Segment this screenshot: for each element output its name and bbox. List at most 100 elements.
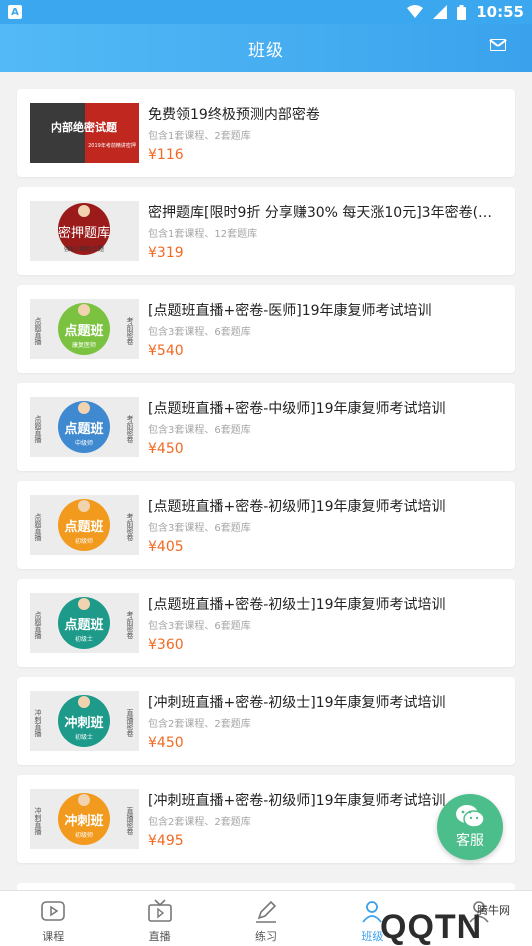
thumb-face bbox=[78, 402, 90, 414]
course-includes: 包含1套课程、2套题库 bbox=[148, 131, 251, 142]
tab-label: 直播 bbox=[148, 930, 171, 943]
course-card[interactable]: 点题班康复医师 点题直播 考前密卷 [点题班直播+密卷-医师]19年康复师考试培训包含… bbox=[17, 285, 515, 373]
thumb-title: 内部绝密试题 bbox=[51, 120, 118, 134]
course-price: ¥540 bbox=[148, 343, 184, 359]
thumb-sub: 康复医师 bbox=[72, 341, 96, 349]
thumb-sub: 中级师 bbox=[75, 439, 93, 447]
thumb-face bbox=[78, 794, 90, 806]
course-card[interactable]: 内部绝密试题 2019年考前精讲密押 免费领19终极预测内部密卷包含1套课程、2套题… bbox=[17, 89, 515, 177]
thumb-title: 冲刺班 bbox=[64, 813, 103, 829]
thumb-sub: 2019年考前精讲密押 bbox=[88, 142, 136, 149]
thumbnail-image: 点题班初级士 点题直播 考前密卷 bbox=[30, 593, 139, 653]
thumbnail-image: 点题班初级师 点题直播 考前密卷 bbox=[30, 495, 139, 555]
course-title: [点题班直播+密卷-初级师]19年康复师考试培训 bbox=[148, 499, 446, 515]
thumb-face bbox=[78, 205, 90, 217]
thumbnail-image: 密押题库强化/冲刺/点题 bbox=[30, 201, 139, 261]
customer-service-label: 客服 bbox=[456, 833, 484, 849]
thumb-face bbox=[78, 598, 90, 610]
course-title: [冲刺班直播+密卷-初级士]19年康复师考试培训 bbox=[148, 695, 446, 711]
tab-profile[interactable] bbox=[426, 891, 532, 946]
course-card[interactable]: 点题班中级师 点题直播 考前密卷 [点题班直播+密卷-中级师]19年康复师考试培训包含… bbox=[17, 383, 515, 471]
course-price: ¥360 bbox=[148, 637, 184, 653]
course-includes: 包含1套课程、12套题库 bbox=[148, 229, 258, 240]
thumb-left-text: 点题直播 bbox=[34, 317, 42, 346]
course-price: ¥450 bbox=[148, 441, 184, 457]
tab-label: 班级 bbox=[361, 930, 384, 943]
course-thumbnail: 点题班 初级师 点题直播 考前密卷 bbox=[30, 495, 139, 555]
customer-service-button[interactable]: 客服 bbox=[437, 794, 503, 860]
thumb-left-text: 点题直播 bbox=[34, 611, 42, 640]
course-title: [点题班直播+密卷-中级师]19年康复师考试培训 bbox=[148, 401, 446, 417]
thumb-right-text: 考前密卷 bbox=[126, 513, 134, 541]
course-price: ¥319 bbox=[148, 245, 184, 261]
thumb-right-text: 直播密卷 bbox=[126, 806, 134, 835]
course-card[interactable]: 密押题库 强化/冲刺/点题 密押题库[限时9折 分享赚30% 每天涨10元]3年密卷… bbox=[17, 187, 515, 275]
thumb-sub: 强化/冲刺/点题 bbox=[64, 245, 104, 253]
pen-icon bbox=[256, 900, 277, 923]
thumb-right-text: 直播密卷 bbox=[126, 708, 134, 737]
thumb-title: 点题班 bbox=[64, 617, 103, 633]
tab-label: 课程 bbox=[42, 930, 65, 943]
tab-practice[interactable]: 练习 bbox=[213, 891, 319, 946]
tab-course[interactable]: 课程 bbox=[0, 891, 106, 946]
course-price: ¥450 bbox=[148, 735, 184, 751]
course-thumbnail: 内部绝密试题 2019年考前精讲密押 bbox=[30, 103, 139, 163]
course-title: [点题班直播+密卷-医师]19年康复师考试培训 bbox=[148, 303, 432, 319]
thumb-title: 点题班 bbox=[64, 323, 103, 339]
course-card[interactable]: 点题班 初级师 点题直播 考前密卷 [点题班直播+密卷-初级师]19年康复师考试培训 包含… bbox=[17, 481, 515, 569]
app-header: 班级 bbox=[0, 24, 532, 72]
thumb-face bbox=[78, 696, 90, 708]
thumb-face bbox=[78, 304, 90, 316]
thumb-sub: 初级士 bbox=[75, 733, 93, 741]
thumb-left-text: 点题直播 bbox=[34, 415, 42, 444]
thumb-sub: 初级士 bbox=[75, 635, 93, 643]
thumbnail-image: 冲刺班初级士 冲刺直播 直播密卷 bbox=[30, 691, 139, 751]
thumb-left-text: 冲刺直播 bbox=[34, 806, 42, 836]
bottom-tab-bar: 课程 直播 练习 班级 bbox=[0, 890, 532, 946]
course-title: 免费领19终极预测内部密卷 bbox=[148, 107, 320, 123]
thumb-title: 冲刺班 bbox=[64, 715, 103, 731]
thumb-title: 点题班 bbox=[64, 421, 103, 437]
class-icon bbox=[362, 901, 383, 923]
tab-live[interactable]: 直播 bbox=[106, 891, 212, 946]
course-thumbnail: 冲刺班初级师 冲刺直播 直播密卷 bbox=[30, 789, 139, 849]
wifi-icon bbox=[407, 5, 424, 18]
course-thumbnail: 密押题库 强化/冲刺/点题 bbox=[30, 201, 139, 261]
tab-label: 练习 bbox=[255, 930, 278, 943]
thumb-right-text: 考前密卷 bbox=[126, 317, 134, 345]
course-includes: 包含3套课程、6套题库 bbox=[148, 327, 251, 338]
course-list: 内部绝密试题 2019年考前精讲密押 免费领19终极预测内部密卷包含1套课程、2套题… bbox=[17, 89, 515, 873]
course-thumbnail: 点题班初级士 点题直播 考前密卷 bbox=[30, 593, 139, 653]
signal-icon bbox=[433, 5, 448, 19]
course-includes: 包含2套课程、2套题库 bbox=[148, 817, 251, 828]
status-time: 10:55 bbox=[476, 3, 524, 21]
course-includes: 包含3套课程、6套题库 bbox=[148, 425, 251, 436]
course-title: [点题班直播+密卷-初级士]19年康复师考试培训 bbox=[148, 597, 446, 613]
thumbnail-image: 点题班康复医师 点题直播 考前密卷 bbox=[30, 299, 139, 359]
mail-icon[interactable] bbox=[490, 39, 506, 51]
course-price: ¥405 bbox=[148, 539, 184, 555]
tv-icon bbox=[147, 899, 172, 922]
thumb-title: 点题班 bbox=[64, 519, 103, 535]
thumb-sub: 初级师 bbox=[75, 831, 93, 839]
course-price: ¥495 bbox=[148, 833, 184, 849]
profile-icon bbox=[469, 901, 489, 923]
battery-icon bbox=[457, 4, 467, 20]
course-includes: 包含2套课程、2套题库 bbox=[148, 719, 251, 730]
course-title: 密押题库[限时9折 分享赚30% 每天涨10元]3年密卷(含… bbox=[148, 205, 503, 221]
course-thumbnail: 冲刺班 初级士 冲刺直播 直播密卷 bbox=[30, 691, 139, 751]
thumb-right-text: 考前密卷 bbox=[126, 611, 134, 639]
course-price: ¥116 bbox=[148, 147, 184, 163]
course-card[interactable]: 点题班 初级士 点题直播 考前密卷 [点题班直播+密卷-初级士]19年康复师考试培训 包含… bbox=[17, 579, 515, 667]
thumb-face bbox=[78, 500, 90, 512]
thumbnail-image: 内部绝密试题 2019年考前精讲密押 bbox=[30, 103, 139, 163]
tab-class[interactable]: 班级 bbox=[319, 891, 425, 946]
wechat-icon bbox=[456, 805, 485, 828]
course-thumbnail: 点题班中级师 点题直播 考前密卷 bbox=[30, 397, 139, 457]
page-title: 班级 bbox=[248, 40, 284, 61]
status-bar: A 10:55 bbox=[0, 0, 532, 24]
course-card[interactable]: 冲刺班 初级士 冲刺直播 直播密卷 [冲刺班直播+密卷-初级士]19年康复师考试培训 包含… bbox=[17, 677, 515, 765]
thumb-sub: 初级师 bbox=[75, 537, 93, 545]
thumb-right-text: 考前密卷 bbox=[126, 415, 134, 443]
app-notification-icon: A bbox=[8, 5, 22, 19]
